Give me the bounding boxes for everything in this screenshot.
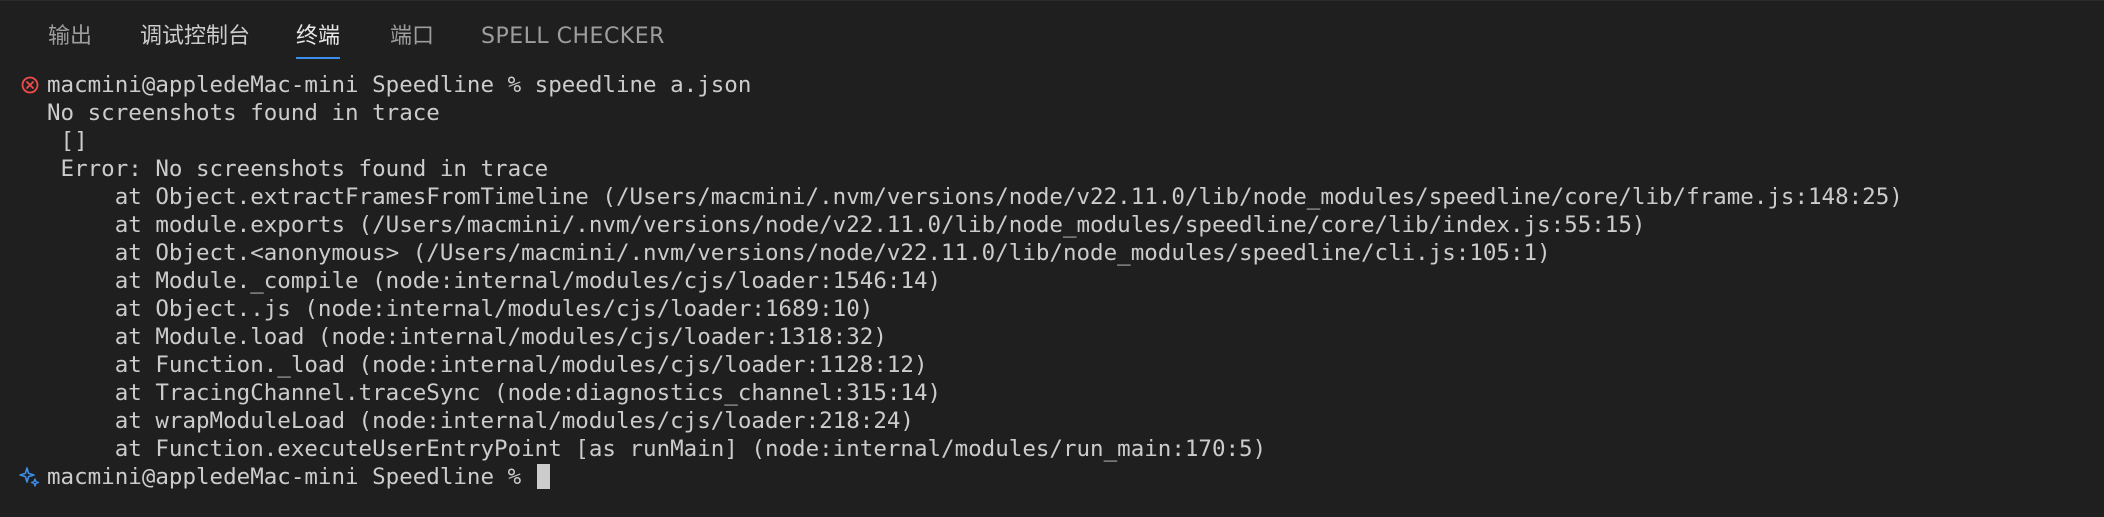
stack-trace-line: at Object.<anonymous> (/Users/macmini/.n…	[47, 240, 1551, 266]
tab-output[interactable]: 输出	[48, 21, 92, 61]
panel-tab-bar: 输出 调试控制台 终端 端口 SPELL CHECKER	[0, 1, 2104, 71]
tab-terminal[interactable]: 终端	[296, 21, 341, 61]
stack-trace-line: at Object..js (node:internal/modules/cjs…	[47, 296, 874, 322]
output-line: Error: No screenshots found in trace	[47, 156, 549, 182]
tab-ports[interactable]: 端口	[390, 21, 434, 61]
stack-trace-line: at TracingChannel.traceSync (node:diagno…	[47, 380, 942, 406]
terminal-output[interactable]: macmini@appledeMac-mini Speedline % spee…	[0, 71, 2104, 517]
output-line: No screenshots found in trace	[47, 100, 440, 126]
tab-ports-label: 端口	[390, 24, 435, 49]
tab-terminal-label: 终端	[296, 24, 341, 49]
stack-trace-line: at module.exports (/Users/macmini/.nvm/v…	[47, 212, 1646, 238]
prompt-text: macmini@appledeMac-mini Speedline %	[47, 464, 535, 490]
stack-trace-line: at Function._load (node:internal/modules…	[47, 352, 928, 378]
tab-spell-checker[interactable]: SPELL CHECKER	[481, 21, 665, 61]
terminal-panel: 输出 调试控制台 终端 端口 SPELL CHECKER macmini@app…	[0, 0, 2104, 516]
tab-debug-console-label: 调试控制台	[140, 24, 251, 49]
tab-spell-checker-label: SPELL CHECKER	[481, 24, 665, 49]
stack-trace-line: at Module.load (node:internal/modules/cj…	[47, 324, 887, 350]
tab-debug-console[interactable]: 调试控制台	[140, 21, 250, 61]
current-prompt-line[interactable]: macmini@appledeMac-mini Speedline %	[47, 463, 550, 491]
terminal-cursor	[536, 464, 550, 489]
stack-trace-line: at Function.executeUserEntryPoint [as ru…	[47, 436, 1267, 462]
command-line: macmini@appledeMac-mini Speedline % spee…	[47, 72, 752, 98]
stack-trace-line: at Module._compile (node:internal/module…	[47, 268, 942, 294]
error-circle-icon[interactable]	[18, 71, 42, 99]
active-tab-indicator	[296, 57, 341, 59]
tab-output-label: 输出	[48, 24, 93, 49]
stack-trace-line: at wrapModuleLoad (node:internal/modules…	[47, 408, 914, 434]
sparkle-icon[interactable]	[18, 463, 42, 491]
stack-trace-line: at Object.extractFramesFromTimeline (/Us…	[47, 184, 1903, 210]
output-line: []	[47, 128, 88, 154]
